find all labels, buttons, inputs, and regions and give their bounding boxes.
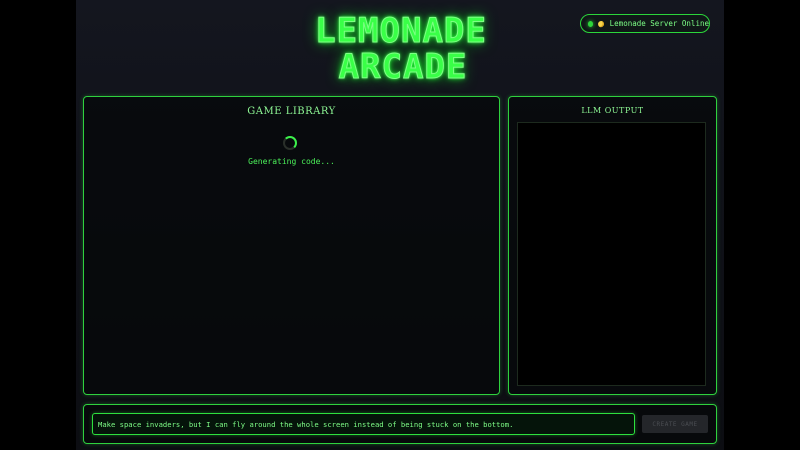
create-game-button[interactable]: CREATE GAME — [642, 415, 708, 433]
loading-spinner-icon — [283, 136, 297, 150]
game-prompt-input[interactable] — [92, 413, 635, 435]
server-status-label: Lemonade Server Online — [609, 19, 709, 28]
llm-output-area[interactable] — [517, 122, 706, 386]
llm-output-title: LLM OUTPUT — [581, 106, 644, 115]
game-library-title: GAME LIBRARY — [247, 106, 336, 117]
status-dot-icon — [588, 20, 594, 27]
server-status-badge: Lemonade Server Online — [580, 14, 710, 33]
prompt-bar: CREATE GAME — [83, 404, 717, 444]
lemon-icon — [597, 19, 606, 28]
lemonade-arcade-app: LEMONADE ARCADE Lemonade Server Online G… — [76, 0, 724, 450]
game-library-panel: GAME LIBRARY Generating code... — [83, 96, 500, 395]
logo-line-1: LEMONADE — [315, 11, 487, 51]
llm-output-panel: LLM OUTPUT — [508, 96, 717, 395]
generating-status-text: Generating code... — [248, 157, 335, 166]
logo-line-2: ARCADE — [338, 47, 468, 87]
screen: LEMONADE ARCADE Lemonade Server Online G… — [0, 0, 800, 450]
